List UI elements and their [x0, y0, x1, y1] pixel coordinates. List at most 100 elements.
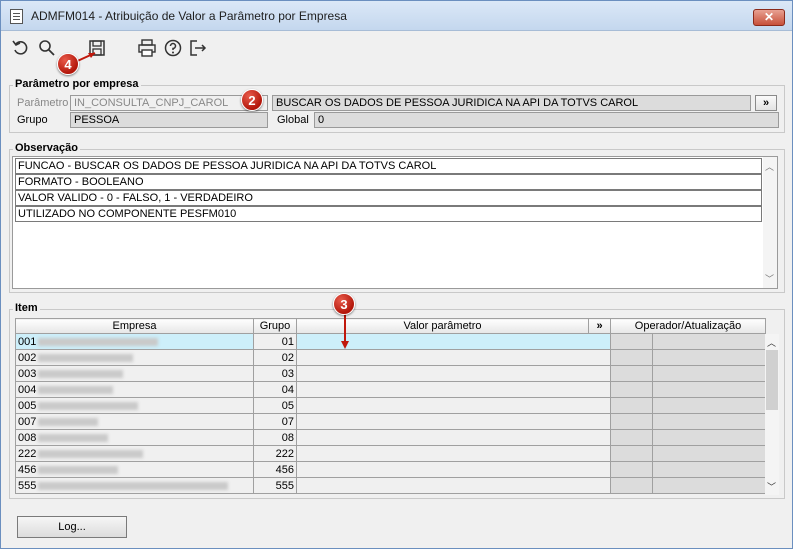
- valor-cell[interactable]: [296, 397, 611, 414]
- grupo-cell: 03: [253, 365, 297, 382]
- atualizacao-cell: [652, 333, 766, 350]
- close-button[interactable]: ✕: [753, 9, 785, 26]
- table-row[interactable]: 005 05: [15, 397, 766, 414]
- obs-line: FORMATO - BOOLEANO: [15, 174, 762, 190]
- col-header-empresa[interactable]: Empresa: [15, 318, 254, 334]
- global-label: Global: [277, 114, 309, 126]
- global-field: 0: [314, 112, 779, 128]
- obs-scrollbar[interactable]: ︿ ﹀: [763, 157, 777, 288]
- table-row[interactable]: 008 08: [15, 429, 766, 446]
- obs-group-title: Observação: [13, 142, 80, 154]
- scroll-up-icon[interactable]: ︿: [767, 336, 776, 349]
- operador-cell: [610, 461, 653, 478]
- table-row[interactable]: 456 456: [15, 461, 766, 478]
- atualizacao-cell: [652, 429, 766, 446]
- empresa-code: 003: [18, 367, 37, 380]
- redacted-name: [38, 337, 159, 346]
- document-icon: [10, 9, 23, 24]
- toolbar: [1, 32, 792, 64]
- table-row[interactable]: 555 555: [15, 477, 766, 494]
- empresa-cell[interactable]: 001: [15, 333, 254, 350]
- scroll-up-icon[interactable]: ︿: [765, 160, 774, 173]
- expand-valor-button[interactable]: »: [588, 318, 611, 334]
- table-row[interactable]: 001 01: [15, 333, 766, 350]
- valor-cell[interactable]: [296, 349, 611, 366]
- operador-cell: [610, 381, 653, 398]
- expand-param-button[interactable]: »: [755, 95, 777, 111]
- valor-cell[interactable]: [296, 445, 611, 462]
- valor-cell[interactable]: [296, 413, 611, 430]
- empresa-code: 004: [18, 383, 37, 396]
- empresa-cell[interactable]: 003: [15, 365, 254, 382]
- scroll-down-icon[interactable]: ﹀: [767, 480, 776, 493]
- atualizacao-cell: [652, 365, 766, 382]
- help-icon[interactable]: [163, 38, 183, 58]
- col-header-grupo[interactable]: Grupo: [253, 318, 297, 334]
- table-row[interactable]: 003 03: [15, 365, 766, 382]
- grupo-cell: 07: [253, 413, 297, 430]
- empresa-code: 456: [18, 463, 37, 476]
- grupo-cell: 555: [253, 477, 297, 494]
- table-row[interactable]: 002 02: [15, 349, 766, 366]
- col-header-operador[interactable]: Operador/Atualização: [610, 318, 766, 334]
- group-field: PESSOA: [70, 112, 268, 128]
- valor-cell[interactable]: [296, 365, 611, 382]
- atualizacao-cell: [652, 413, 766, 430]
- empresa-cell[interactable]: 002: [15, 349, 254, 366]
- empresa-code: 222: [18, 447, 37, 460]
- obs-line: VALOR VALIDO - 0 - FALSO, 1 - VERDADEIRO: [15, 190, 762, 206]
- atualizacao-cell: [652, 397, 766, 414]
- annotation-marker-2: 2: [241, 89, 263, 111]
- valor-cell[interactable]: [296, 429, 611, 446]
- redacted-name: [38, 449, 144, 458]
- empresa-cell[interactable]: 004: [15, 381, 254, 398]
- valor-cell[interactable]: [296, 461, 611, 478]
- empresa-code: 007: [18, 415, 37, 428]
- redacted-name: [38, 401, 139, 410]
- operador-cell: [610, 349, 653, 366]
- main-window: ADMFM014 - Atribuição de Valor a Parâmet…: [0, 0, 793, 549]
- atualizacao-cell: [652, 349, 766, 366]
- grupo-cell: 08: [253, 429, 297, 446]
- atualizacao-cell: [652, 445, 766, 462]
- item-scrollbar[interactable]: ︿ ﹀: [765, 334, 779, 495]
- obs-line: UTILIZADO NO COMPONENTE PESFM010: [15, 206, 762, 222]
- log-button[interactable]: Log...: [17, 516, 127, 538]
- redacted-name: [38, 353, 134, 362]
- param-field[interactable]: IN_CONSULTA_CNPJ_CAROL: [70, 95, 268, 111]
- valor-cell[interactable]: [296, 477, 611, 494]
- empresa-cell[interactable]: 005: [15, 397, 254, 414]
- empresa-cell[interactable]: 456: [15, 461, 254, 478]
- operador-cell: [610, 333, 653, 350]
- empresa-code: 002: [18, 351, 37, 364]
- table-row[interactable]: 007 07: [15, 413, 766, 430]
- grupo-cell: 456: [253, 461, 297, 478]
- obs-line: FUNCAO - BUSCAR OS DADOS DE PESSOA JURID…: [15, 158, 762, 174]
- redacted-name: [38, 433, 109, 442]
- grupo-cell: 01: [253, 333, 297, 350]
- empresa-cell[interactable]: 222: [15, 445, 254, 462]
- undo-icon[interactable]: [11, 38, 31, 58]
- exit-icon[interactable]: [188, 38, 208, 58]
- empresa-cell[interactable]: 007: [15, 413, 254, 430]
- empresa-cell[interactable]: 008: [15, 429, 254, 446]
- empresa-cell[interactable]: 555: [15, 477, 254, 494]
- item-table: Empresa Grupo Valor parâmetro » Operador…: [15, 318, 766, 494]
- grupo-cell: 04: [253, 381, 297, 398]
- table-row[interactable]: 004 04: [15, 381, 766, 398]
- operador-cell: [610, 365, 653, 382]
- grupo-cell: 05: [253, 397, 297, 414]
- group-label: Grupo: [17, 114, 48, 126]
- empresa-code: 001: [18, 335, 37, 348]
- annotation-marker-3: 3: [333, 293, 355, 315]
- scroll-thumb[interactable]: [766, 350, 778, 410]
- print-icon[interactable]: [137, 38, 157, 58]
- scroll-down-icon[interactable]: ﹀: [765, 272, 774, 285]
- redacted-name: [38, 417, 99, 426]
- redacted-name: [38, 385, 114, 394]
- table-row[interactable]: 222 222: [15, 445, 766, 462]
- search-icon[interactable]: [37, 38, 57, 58]
- obs-textarea[interactable]: FUNCAO - BUSCAR OS DADOS DE PESSOA JURID…: [12, 156, 778, 289]
- atualizacao-cell: [652, 477, 766, 494]
- valor-cell[interactable]: [296, 381, 611, 398]
